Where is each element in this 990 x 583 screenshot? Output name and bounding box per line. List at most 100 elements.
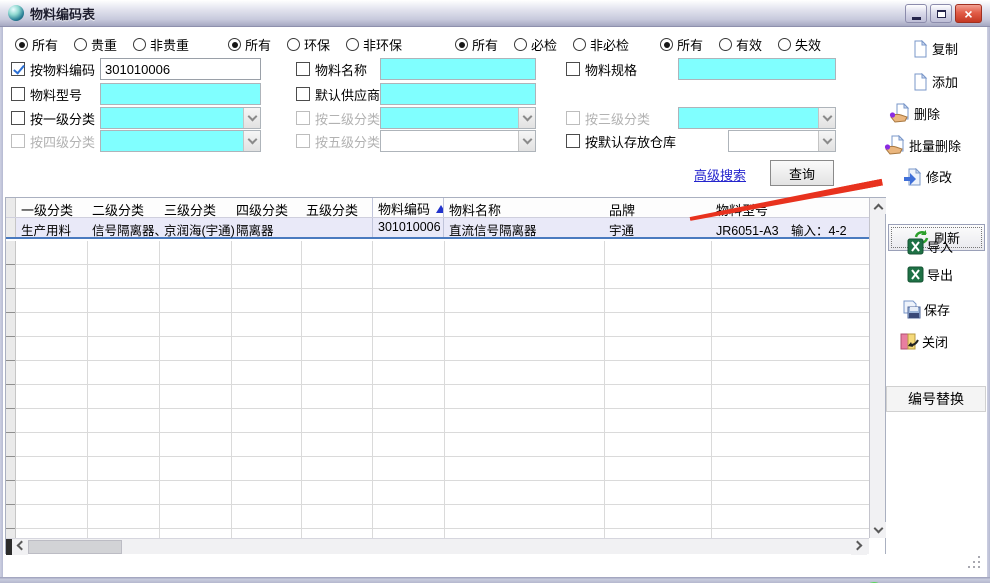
filter-by-default-warehouse[interactable]: 按默认存放仓库 bbox=[566, 133, 676, 149]
dropdown-button[interactable] bbox=[243, 131, 260, 151]
scroll-left-button[interactable] bbox=[12, 539, 28, 555]
radio-must-inspect[interactable]: 必检 bbox=[514, 35, 557, 54]
radio-icon bbox=[133, 38, 146, 51]
filter-by-category-5[interactable]: 按五级分类 bbox=[296, 133, 380, 149]
horizontal-scroll-thumb[interactable] bbox=[28, 540, 122, 554]
radio-non-precious[interactable]: 非贵重 bbox=[133, 35, 189, 54]
import-button[interactable]: 导入 bbox=[907, 237, 953, 256]
batch-delete-button[interactable]: 批量删除 bbox=[884, 135, 961, 155]
add-button[interactable]: 添加 bbox=[911, 72, 958, 91]
cell-category5[interactable] bbox=[301, 218, 372, 237]
radio-invalid[interactable]: 失效 bbox=[778, 35, 821, 54]
cell-material-model[interactable]: JR6051-A3 输入：4-2 bbox=[711, 218, 869, 237]
cell-category2[interactable]: 信号隔离器、 bbox=[87, 218, 159, 237]
filter-by-material-code[interactable]: 按物料编码 bbox=[11, 61, 95, 77]
category-1-combo[interactable] bbox=[100, 107, 261, 129]
checkbox-icon[interactable] bbox=[566, 134, 580, 148]
checkbox-icon[interactable] bbox=[296, 134, 310, 148]
filter-by-material-name[interactable]: 物料名称 bbox=[296, 61, 367, 77]
scroll-right-button[interactable] bbox=[851, 539, 867, 555]
radio-valid[interactable]: 有效 bbox=[719, 35, 762, 54]
checkbox-icon[interactable] bbox=[11, 111, 25, 125]
resize-grip[interactable] bbox=[966, 556, 980, 568]
query-button[interactable]: 查询 bbox=[770, 160, 834, 186]
col-header-category2[interactable]: 二级分类 bbox=[87, 198, 159, 217]
checkbox-icon[interactable] bbox=[566, 111, 580, 125]
category-2-combo[interactable] bbox=[380, 107, 536, 129]
advanced-search-link[interactable]: 高级搜索 bbox=[694, 165, 746, 184]
category-5-combo[interactable] bbox=[380, 130, 536, 152]
col-header-category1[interactable]: 一级分类 bbox=[16, 198, 87, 217]
export-button[interactable]: 导出 bbox=[907, 265, 953, 284]
close-form-button[interactable]: 关闭 bbox=[899, 332, 948, 351]
filter-by-material-model[interactable]: 物料型号 bbox=[11, 86, 82, 102]
close-icon: × bbox=[964, 6, 972, 22]
checkbox-icon[interactable] bbox=[296, 111, 310, 125]
checkbox-icon[interactable] bbox=[11, 87, 25, 101]
default-supplier-input[interactable] bbox=[380, 83, 536, 105]
filter-by-category-3[interactable]: 按三级分类 bbox=[566, 110, 650, 126]
filter-by-category-4[interactable]: 按四级分类 bbox=[11, 133, 95, 149]
filter-by-category-1[interactable]: 按一级分类 bbox=[11, 110, 95, 126]
field-label: 按三级分类 bbox=[585, 109, 650, 128]
material-model-input[interactable] bbox=[100, 83, 261, 105]
minimize-icon bbox=[912, 17, 921, 20]
dropdown-button[interactable] bbox=[818, 108, 835, 128]
horizontal-scrollbar[interactable] bbox=[6, 538, 869, 554]
category-3-combo[interactable] bbox=[678, 107, 836, 129]
cell-material-name[interactable]: 直流信号隔离器 bbox=[444, 218, 604, 237]
cell-category4[interactable]: 隔离器 bbox=[231, 218, 301, 237]
table-row-selected[interactable]: 生产用料 信号隔离器、 京润海(宇通) 隔离器 301010006 直流信号隔离… bbox=[6, 218, 869, 239]
radio-no-inspect[interactable]: 非必检 bbox=[573, 35, 629, 54]
col-header-category3[interactable]: 三级分类 bbox=[159, 198, 231, 217]
close-book-icon bbox=[899, 332, 919, 351]
radio-precious[interactable]: 贵重 bbox=[74, 35, 117, 54]
radio-non-env[interactable]: 非环保 bbox=[346, 35, 402, 54]
delete-button[interactable]: 删除 bbox=[889, 103, 940, 123]
radio-group-validity: 所有 有效 失效 bbox=[660, 37, 821, 52]
copy-button[interactable]: 复制 bbox=[911, 39, 958, 58]
filter-by-default-supplier[interactable]: 默认供应商 bbox=[296, 86, 380, 102]
vertical-scrollbar[interactable] bbox=[869, 198, 885, 538]
close-button[interactable]: × bbox=[955, 4, 982, 23]
radio-valid-all[interactable]: 所有 bbox=[660, 35, 703, 54]
col-header-category5[interactable]: 五级分类 bbox=[301, 198, 372, 217]
scroll-down-button[interactable] bbox=[870, 522, 886, 538]
category-4-combo[interactable] bbox=[100, 130, 261, 152]
checkbox-icon[interactable] bbox=[296, 87, 310, 101]
cell-brand[interactable]: 宇通 bbox=[604, 218, 711, 237]
dropdown-button[interactable] bbox=[518, 108, 535, 128]
save-button[interactable]: 保存 bbox=[901, 300, 950, 319]
default-warehouse-combo[interactable] bbox=[728, 130, 836, 152]
filter-by-material-spec[interactable]: 物料规格 bbox=[566, 61, 637, 77]
dropdown-button[interactable] bbox=[818, 131, 835, 151]
minimize-button[interactable] bbox=[905, 4, 927, 23]
col-header-brand[interactable]: 品牌 bbox=[604, 198, 711, 217]
dropdown-button[interactable] bbox=[518, 131, 535, 151]
scroll-up-button[interactable] bbox=[870, 198, 886, 214]
cell-material-code[interactable]: 301010006 bbox=[372, 218, 444, 237]
cell-category1[interactable]: 生产用料 bbox=[16, 218, 87, 237]
modify-button[interactable]: 修改 bbox=[903, 167, 952, 186]
dropdown-button[interactable] bbox=[243, 108, 260, 128]
col-header-material-name[interactable]: 物料名称 bbox=[444, 198, 604, 217]
cell-category3[interactable]: 京润海(宇通) bbox=[159, 218, 231, 237]
material-spec-input[interactable] bbox=[678, 58, 836, 80]
checkbox-icon[interactable] bbox=[566, 62, 580, 76]
checkbox-icon[interactable] bbox=[11, 134, 25, 148]
material-code-input[interactable] bbox=[100, 58, 261, 80]
delete-icon bbox=[889, 103, 911, 123]
title-bar[interactable]: 物料编码表 × bbox=[0, 0, 990, 27]
radio-env-all[interactable]: 所有 bbox=[228, 35, 271, 54]
col-header-material-code[interactable]: 物料编码 bbox=[372, 198, 444, 217]
maximize-button[interactable] bbox=[930, 4, 952, 23]
checkbox-icon[interactable] bbox=[296, 62, 310, 76]
radio-precious-all[interactable]: 所有 bbox=[15, 35, 58, 54]
radio-env[interactable]: 环保 bbox=[287, 35, 330, 54]
filter-by-category-2[interactable]: 按二级分类 bbox=[296, 110, 380, 126]
material-name-input[interactable] bbox=[380, 58, 536, 80]
radio-inspect-all[interactable]: 所有 bbox=[455, 35, 498, 54]
checkbox-icon[interactable] bbox=[11, 62, 25, 76]
col-header-category4[interactable]: 四级分类 bbox=[231, 198, 301, 217]
number-replace-button[interactable]: 编号替换 bbox=[886, 386, 986, 412]
